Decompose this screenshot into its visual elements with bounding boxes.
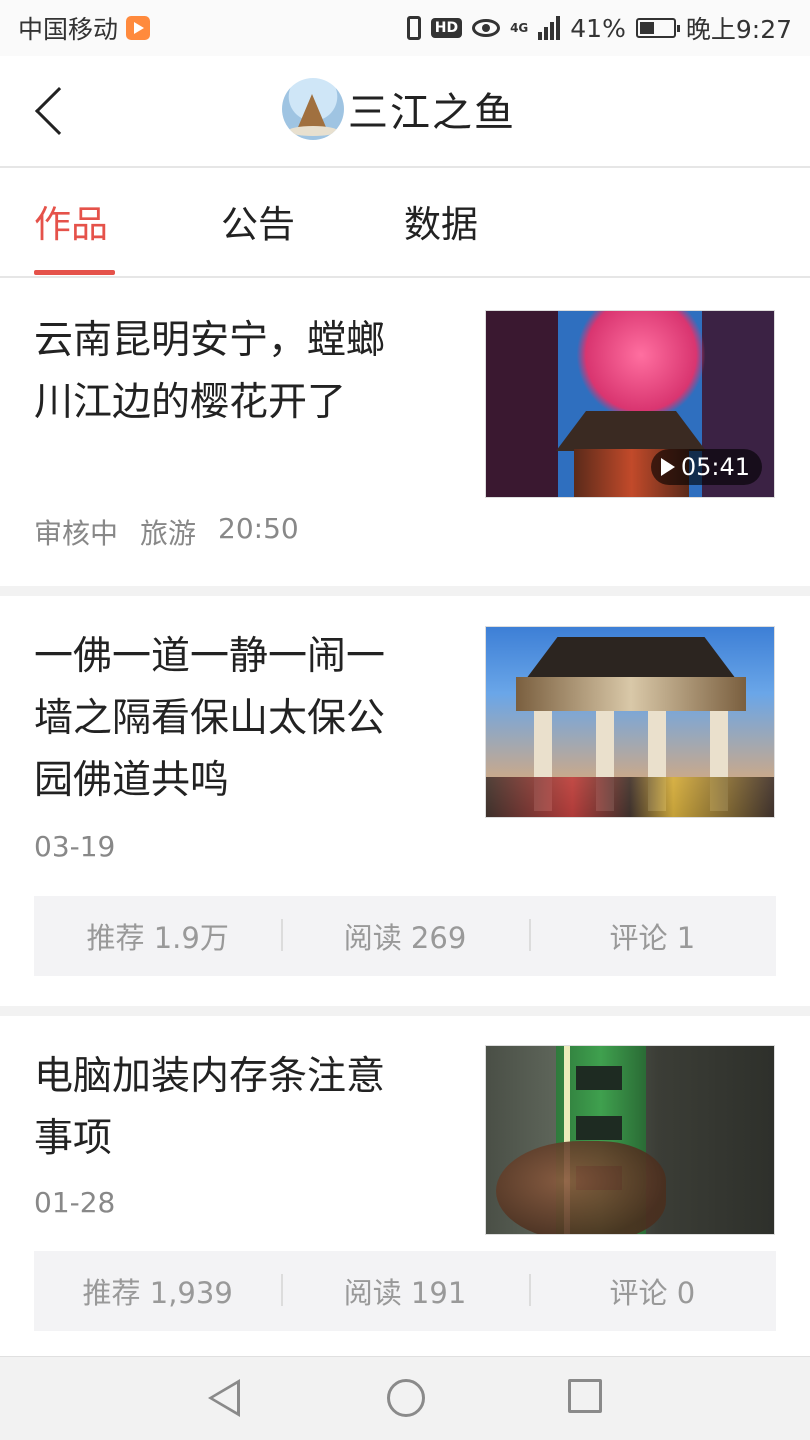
video-thumbnail[interactable]: 05:41 [485,310,775,498]
play-icon [660,458,675,476]
memory-module-image [486,1046,774,1234]
tab-data[interactable]: 数据 [404,194,478,248]
battery-icon [635,18,680,38]
article-date: 01-28 [34,1186,116,1219]
nav-recents-icon[interactable] [568,1379,602,1413]
recommend-count: 推荐 1,939 [82,1276,233,1310]
signal-icon [538,16,561,40]
article-meta: 01-28 [34,1186,115,1219]
eye-comfort-icon [472,19,501,37]
tab-announcements[interactable]: 公告 [221,194,295,248]
article-meta: 03-19 [34,830,115,863]
article-card[interactable]: 云南昆明安宁，螳螂川江边的樱花开了 审核中 旅游 20:50 05:41 [0,280,810,586]
status-bar: 中国移动 HD 4G 41% 晚上9:27 [0,0,810,56]
article-title[interactable]: 电脑加装内存条注意事项 [34,1046,414,1170]
system-navigation-bar [0,1356,810,1440]
comment-count[interactable]: 评论 1 [528,915,776,957]
header: 三江之鱼 [0,56,810,168]
carrier-label: 中国移动 [18,15,119,44]
card-divider [0,586,810,596]
article-title[interactable]: 云南昆明安宁，螳螂川江边的樱花开了 [34,310,414,434]
battery-percent: 41% [570,13,626,43]
vibrate-icon [406,16,421,40]
tab-bar: 作品 公告 数据 [0,168,810,278]
article-stats: 推荐 1,939 阅读 191 评论 0 [34,1251,776,1331]
article-category: 旅游 [140,517,197,550]
temple-gate-image [486,627,774,817]
page-title: 三江之鱼 [348,90,516,136]
recommend-count: 推荐 1.9万 [86,921,229,955]
read-count: 阅读 269 [281,915,528,957]
title-block: 三江之鱼 [282,78,516,140]
article-date: 03-19 [34,830,116,863]
carrier-app-icon [126,16,151,40]
article-stats: 推荐 1.9万 阅读 269 评论 1 [34,896,776,976]
hd-icon: HD [430,18,463,38]
chevron-left-icon [34,86,84,136]
article-card[interactable]: 电脑加装内存条注意事项 01-28 推荐 1,939 阅读 191 评论 0 [0,1016,810,1356]
tab-works[interactable]: 作品 [34,194,108,248]
video-duration: 05:41 [680,453,750,481]
nav-home-icon[interactable] [387,1379,425,1417]
network-type: 4G [510,21,529,35]
read-count: 阅读 191 [281,1270,528,1312]
article-meta: 审核中 旅游 20:50 [34,512,299,552]
clock: 晚上9:27 [685,15,792,44]
comment-count[interactable]: 评论 0 [528,1270,776,1312]
avatar[interactable] [282,78,344,140]
active-tab-indicator [34,270,115,275]
article-thumbnail[interactable] [485,626,775,818]
article-thumbnail[interactable] [485,1045,775,1235]
article-time: 20:50 [218,512,299,545]
video-duration-badge: 05:41 [650,449,762,485]
back-button[interactable] [28,82,88,142]
review-status: 审核中 [34,517,119,550]
article-card[interactable]: 一佛一道一静一闹一墙之隔看保山太保公园佛道共鸣 03-19 推荐 1.9万 阅读… [0,596,810,1006]
card-divider [0,1006,810,1016]
nav-back-icon[interactable] [208,1379,240,1417]
article-title[interactable]: 一佛一道一静一闹一墙之隔看保山太保公园佛道共鸣 [34,626,414,812]
